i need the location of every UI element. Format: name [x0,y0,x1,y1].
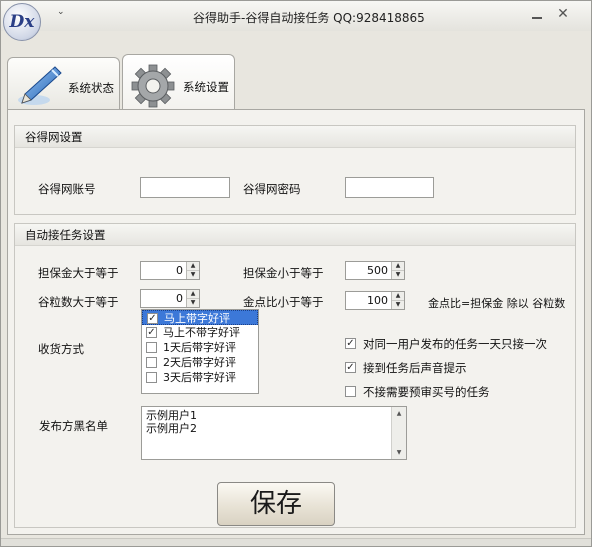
checkbox-icon[interactable] [345,386,356,397]
option-skip-prereview[interactable]: 不接需要预审买号的任务 [345,385,490,400]
save-button[interactable]: 保存 [217,482,335,526]
stepper-value: 0 [176,292,183,305]
list-item[interactable]: ✓ 马上不带字好评 [142,325,258,340]
group-title: 谷得网设置 [15,126,575,148]
tab-system-settings[interactable]: 系统设置 [122,54,235,110]
deposit-max-stepper[interactable]: 500 ▲ ▼ [345,261,405,280]
checkbox-icon[interactable] [146,342,157,353]
stepper-value: 100 [367,294,388,307]
password-label: 谷得网密码 [243,182,301,196]
blacklist-line: 示例用户2 [146,422,197,435]
gear-icon [131,64,175,108]
title-menu-icon[interactable]: ⌄ [57,7,65,17]
ratio-max-label: 金点比小于等于 [243,295,324,309]
stepper-value: 500 [367,264,388,277]
checkbox-icon[interactable] [146,372,157,383]
close-button[interactable]: ✕ [554,6,572,22]
ratio-max-stepper[interactable]: 100 ▲ ▼ [345,291,405,310]
receive-method-label: 收货方式 [38,342,84,356]
grain-min-label: 谷粒数大于等于 [38,295,119,309]
account-label: 谷得网账号 [38,182,96,196]
spin-down-icon[interactable]: ▼ [187,299,199,307]
scroll-up-icon[interactable]: ▲ [392,407,406,420]
spin-up-icon[interactable]: ▲ [392,292,404,301]
guder-settings-group: 谷得网设置 谷得网账号 谷得网密码 [14,125,576,215]
tab-system-status[interactable]: 系统状态 [7,57,120,109]
checkbox-checked-icon[interactable]: ✓ [147,313,158,324]
tab-label: 系统状态 [68,81,114,95]
tab-label: 系统设置 [183,80,229,94]
title-bar: ⌄ 谷得助手-谷得自动接任务 QQ:928418865 ✕ [1,1,591,31]
list-item[interactable]: 3天后带字好评 [142,370,258,385]
scroll-down-icon[interactable]: ▼ [392,446,406,459]
checkbox-checked-icon[interactable]: ✓ [345,338,356,349]
account-input[interactable] [140,177,230,198]
option-sound-alert[interactable]: ✓ 接到任务后声音提示 [345,361,467,376]
blacklist-line: 示例用户1 [146,409,197,422]
receive-method-list[interactable]: ✓ 马上带字好评 ✓ 马上不带字好评 1天后带字好评 2天后带字好评 3天后带字好评 [141,309,259,394]
spin-down-icon[interactable]: ▼ [392,301,404,309]
option-once-per-day[interactable]: ✓ 对同一用户发布的任务一天只接一次 [345,337,547,352]
list-item[interactable]: 2天后带字好评 [142,355,258,370]
list-item[interactable]: 1天后带字好评 [142,340,258,355]
status-bar [1,538,591,546]
password-input[interactable] [345,177,434,198]
checkbox-icon[interactable] [146,357,157,368]
deposit-max-label: 担保金小于等于 [243,266,324,280]
deposit-min-stepper[interactable]: 0 ▲ ▼ [140,261,200,280]
blacklist-textarea[interactable]: 示例用户1 示例用户2 ▲ ▼ [141,406,407,460]
checkbox-checked-icon[interactable]: ✓ [146,327,157,338]
grain-min-stepper[interactable]: 0 ▲ ▼ [140,289,200,308]
spin-down-icon[interactable]: ▼ [392,271,404,279]
checkbox-checked-icon[interactable]: ✓ [345,362,356,373]
spin-up-icon[interactable]: ▲ [187,262,199,271]
blacklist-label: 发布方黑名单 [39,419,108,433]
spin-down-icon[interactable]: ▼ [187,271,199,279]
list-item[interactable]: ✓ 马上带字好评 [142,310,258,325]
pen-icon [18,66,62,105]
scrollbar[interactable]: ▲ ▼ [391,407,406,459]
spin-up-icon[interactable]: ▲ [392,262,404,271]
spin-up-icon[interactable]: ▲ [187,290,199,299]
deposit-min-label: 担保金大于等于 [38,266,119,280]
window-title: 谷得助手-谷得自动接任务 QQ:928418865 [193,11,425,25]
app-logo: Dx [3,3,41,41]
minimize-button[interactable] [528,6,546,22]
stepper-value: 0 [176,264,183,277]
settings-panel: 谷得网设置 谷得网账号 谷得网密码 自动接任务设置 担保金大于等于 0 ▲ ▼ 担… [7,109,585,535]
ratio-note: 金点比=担保金 除以 谷粒数 [428,297,566,310]
group-title: 自动接任务设置 [15,224,575,246]
app-window: ⌄ 谷得助手-谷得自动接任务 QQ:928418865 ✕ Dx 系统状态 系统… [0,0,592,547]
